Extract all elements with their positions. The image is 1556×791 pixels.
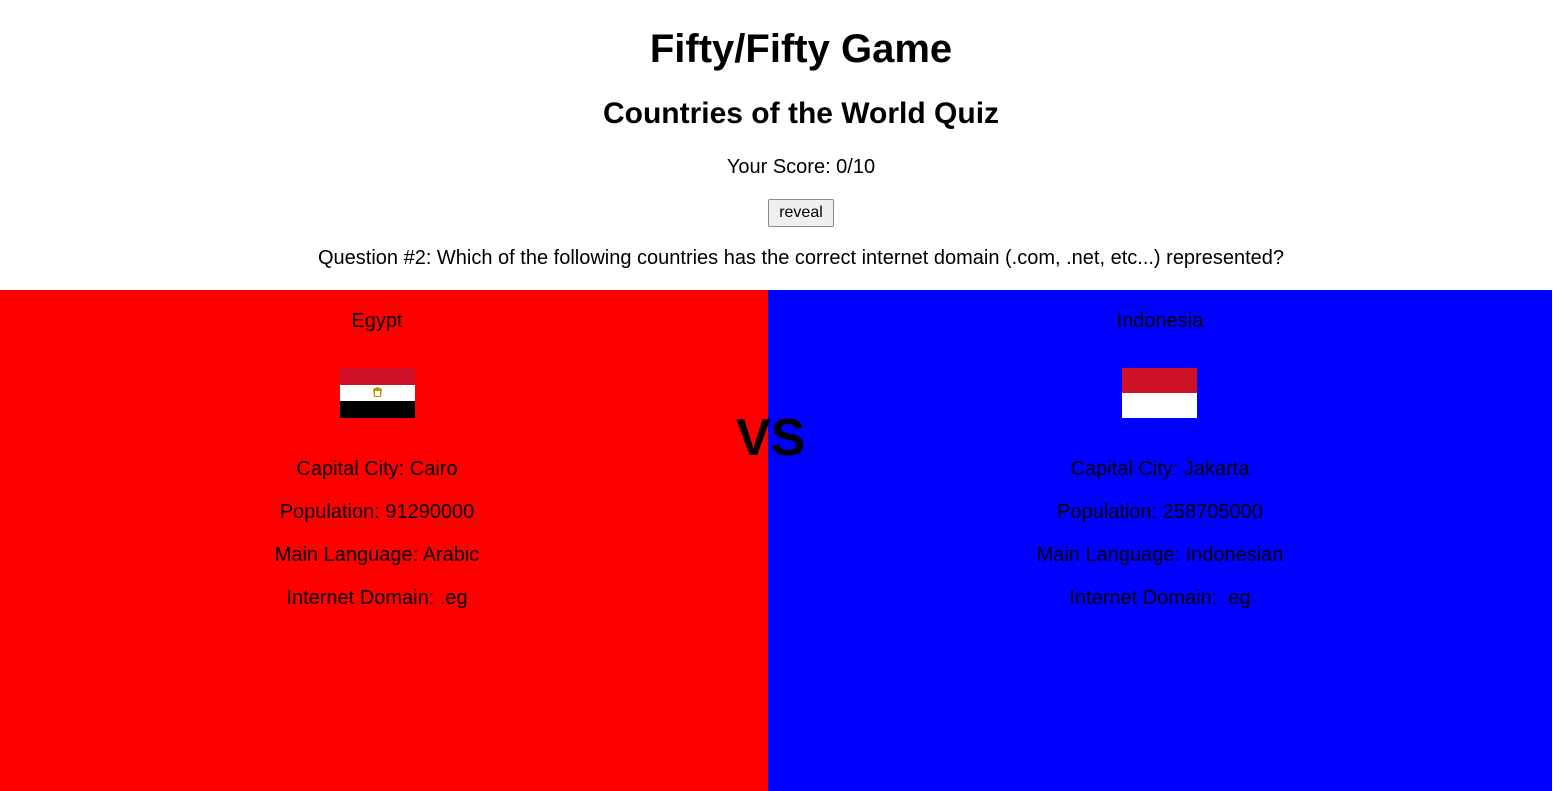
question-text: Question #2: Which of the following coun… <box>317 247 1285 269</box>
country-name: Egypt <box>351 310 403 332</box>
main-language: Main Language: Arabic <box>274 544 480 566</box>
country-option-egypt[interactable]: Egypt Capital City: Cairo Population: 91… <box>0 290 768 791</box>
internet-domain: Internet Domain: .eg <box>1069 587 1251 609</box>
header: Fifty/Fifty Game Countries of the World … <box>0 0 1556 290</box>
indonesia-flag-icon <box>1122 368 1197 418</box>
reveal-button[interactable]: reveal <box>768 199 834 227</box>
country-name: Indonesia <box>1116 310 1204 332</box>
capital-city: Capital City: Cairo <box>296 458 458 480</box>
page-title: Fifty/Fifty Game <box>649 27 953 71</box>
reveal-container: reveal <box>0 199 1556 227</box>
vs-label: VS <box>736 409 806 467</box>
internet-domain: Internet Domain: .eg <box>286 587 468 609</box>
country-option-indonesia[interactable]: Indonesia Capital City: Jakarta Populati… <box>768 290 1552 791</box>
capital-city: Capital City: Jakarta <box>1070 458 1250 480</box>
quiz-subtitle: Countries of the World Quiz <box>602 97 1000 130</box>
main-language: Main Language: Indonesian <box>1036 544 1284 566</box>
egypt-flag-icon <box>340 368 415 418</box>
score-display: Your Score: 0/10 <box>726 156 876 178</box>
population: Population: 91290000 <box>279 501 475 523</box>
population: Population: 258705000 <box>1057 501 1263 523</box>
page: Fifty/Fifty Game Countries of the World … <box>0 0 1556 791</box>
